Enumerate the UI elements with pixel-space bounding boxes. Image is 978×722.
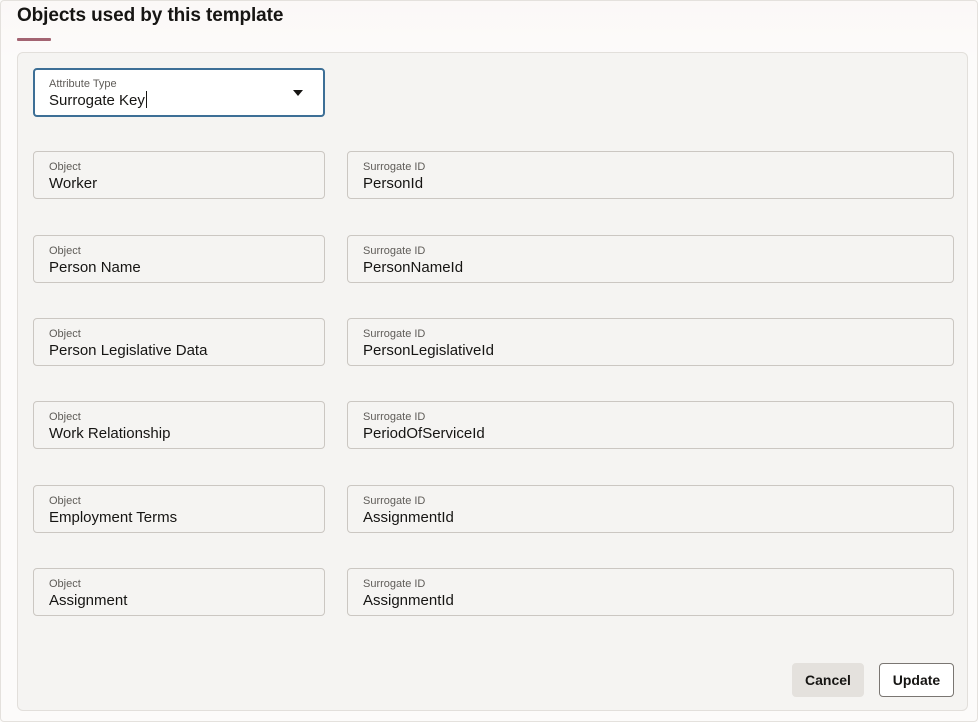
cancel-button[interactable]: Cancel xyxy=(792,663,864,697)
object-value: Assignment xyxy=(49,592,128,609)
object-value: Work Relationship xyxy=(49,425,171,442)
surrogate-id-value: AssignmentId xyxy=(363,592,454,609)
object-value: Person Name xyxy=(49,259,141,276)
surrogate-id-value: AssignmentId xyxy=(363,509,454,526)
surrogate-id-value: PersonId xyxy=(363,175,424,192)
surrogate-id-field[interactable]: Surrogate ID PeriodOfServiceId xyxy=(347,401,954,449)
object-label: Object xyxy=(49,328,81,340)
object-field[interactable]: Object Assignment xyxy=(33,568,325,616)
surrogate-id-label: Surrogate ID xyxy=(363,578,426,590)
attribute-type-value-wrap: Surrogate Key xyxy=(49,91,147,109)
surrogate-id-field[interactable]: Surrogate ID PersonLegislativeId xyxy=(347,318,954,366)
surrogate-id-label: Surrogate ID xyxy=(363,495,426,507)
surrogate-id-field[interactable]: Surrogate ID AssignmentId xyxy=(347,568,954,616)
attribute-type-label: Attribute Type xyxy=(49,78,117,90)
surrogate-id-value: PersonLegislativeId xyxy=(363,342,494,359)
attribute-type-value: Surrogate Key xyxy=(49,92,145,109)
object-label: Object xyxy=(49,411,81,423)
surrogate-id-field[interactable]: Surrogate ID PersonNameId xyxy=(347,235,954,283)
text-cursor xyxy=(145,91,147,108)
surrogate-id-label: Surrogate ID xyxy=(363,161,426,173)
attribute-type-select[interactable]: Attribute Type Surrogate Key xyxy=(33,68,325,117)
object-label: Object xyxy=(49,245,81,257)
surrogate-id-label: Surrogate ID xyxy=(363,328,426,340)
object-value: Worker xyxy=(49,175,98,192)
update-button[interactable]: Update xyxy=(879,663,954,697)
surrogate-id-label: Surrogate ID xyxy=(363,411,426,423)
surrogate-id-value: PeriodOfServiceId xyxy=(363,425,485,442)
object-value: Employment Terms xyxy=(49,509,178,526)
page-title: Objects used by this template xyxy=(17,5,284,26)
surrogate-id-field[interactable]: Surrogate ID AssignmentId xyxy=(347,485,954,533)
object-label: Object xyxy=(49,578,81,590)
object-field[interactable]: Object Person Name xyxy=(33,235,325,283)
object-field[interactable]: Object Employment Terms xyxy=(33,485,325,533)
object-label: Object xyxy=(49,161,81,173)
object-value: Person Legislative Data xyxy=(49,342,208,359)
title-underline xyxy=(17,38,51,41)
surrogate-id-field[interactable]: Surrogate ID PersonId xyxy=(347,151,954,199)
chevron-down-icon[interactable] xyxy=(293,90,303,96)
surrogate-id-value: PersonNameId xyxy=(363,259,464,276)
object-label: Object xyxy=(49,495,81,507)
object-field[interactable]: Object Work Relationship xyxy=(33,401,325,449)
object-field[interactable]: Object Person Legislative Data xyxy=(33,318,325,366)
object-field[interactable]: Object Worker xyxy=(33,151,325,199)
surrogate-id-label: Surrogate ID xyxy=(363,245,426,257)
